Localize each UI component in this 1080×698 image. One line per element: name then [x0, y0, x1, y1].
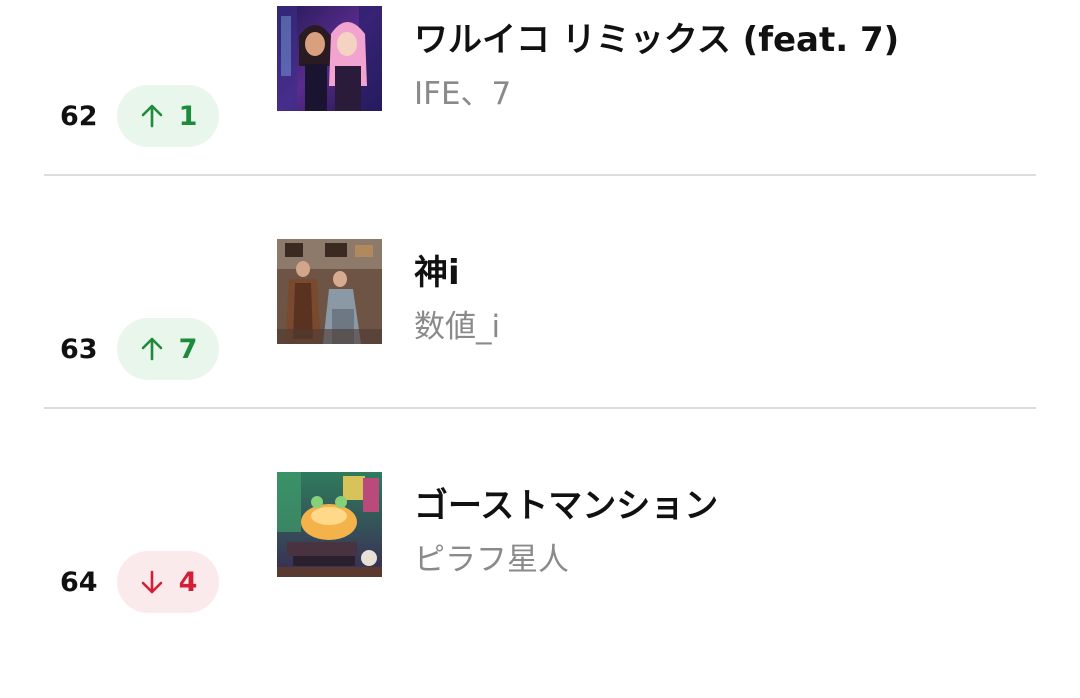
track-title[interactable]: ゴーストマンション [414, 478, 718, 527]
track-artist[interactable]: 数値_i [414, 301, 500, 346]
arrow-up-icon [141, 104, 162, 128]
chart-row[interactable]: 62 1 ワルイコ リミックス (feat. 7) IFE、7 [0, 0, 1080, 232]
rank-change-badge: 4 [117, 551, 219, 613]
rank-change-value: 7 [178, 333, 198, 365]
rank-change-value: 1 [178, 100, 198, 132]
album-art[interactable] [277, 472, 382, 577]
album-art[interactable] [277, 6, 382, 111]
rank-number: 64 [60, 566, 98, 598]
arrow-up-icon [141, 337, 162, 361]
track-title[interactable]: 神i [414, 245, 460, 294]
rank-number: 63 [60, 333, 98, 365]
row-divider [44, 174, 1036, 176]
track-artist[interactable]: ピラフ星人 [414, 534, 569, 579]
track-title[interactable]: ワルイコ リミックス (feat. 7) [414, 12, 899, 61]
album-art[interactable] [277, 239, 382, 344]
row-divider [44, 407, 1036, 409]
rank-change-value: 4 [178, 566, 198, 598]
rank-number: 62 [60, 100, 98, 132]
track-artist[interactable]: IFE、7 [414, 68, 511, 113]
rank-change-badge: 7 [117, 318, 219, 380]
chart-row[interactable]: 64 4 ゴーストマンション ピラフ星人 [0, 466, 1080, 698]
chart-row[interactable]: 63 7 神i 数値_i [0, 233, 1080, 465]
rank-change-badge: 1 [117, 85, 219, 147]
arrow-down-icon [141, 570, 162, 594]
